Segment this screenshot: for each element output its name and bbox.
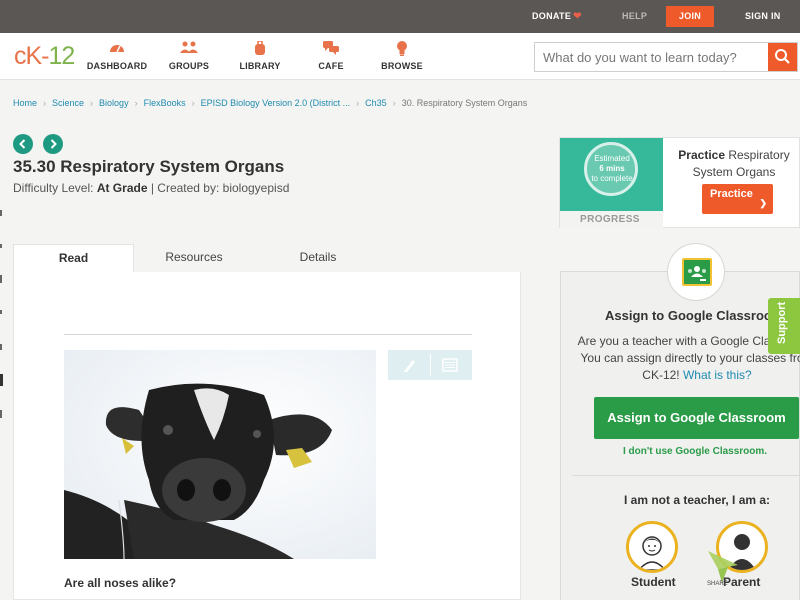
estimate-line-1: Estimated bbox=[594, 154, 630, 163]
tab-read[interactable]: Read bbox=[13, 244, 134, 273]
previous-lesson-button[interactable] bbox=[13, 134, 33, 154]
edge-fragment bbox=[0, 410, 2, 418]
search-input[interactable] bbox=[535, 43, 769, 71]
edge-fragment bbox=[0, 344, 2, 350]
practice-card: Estimated 6 mins to complete PROGRESS Pr… bbox=[559, 137, 800, 228]
donate-link[interactable]: DONATE ❤ bbox=[532, 0, 582, 33]
nav-library-label: LIBRARY bbox=[239, 61, 281, 71]
breadcrumb-separator-icon: › bbox=[356, 98, 360, 108]
practice-title-bold: Practice bbox=[678, 148, 725, 162]
google-classroom-description: Are you a teacher with a Google Classroo… bbox=[572, 333, 800, 384]
progress-label: PROGRESS bbox=[560, 211, 663, 228]
content-divider bbox=[64, 334, 472, 335]
toolbar-separator bbox=[430, 354, 431, 376]
dont-use-classroom-link[interactable]: I don't use Google Classroom. bbox=[623, 446, 767, 457]
nav-browse[interactable]: BROWSE bbox=[367, 41, 437, 71]
lightbulb-icon bbox=[367, 41, 437, 57]
breadcrumb-separator-icon: › bbox=[191, 98, 195, 108]
search-box bbox=[534, 42, 798, 72]
nav-groups-label: GROUPS bbox=[168, 61, 210, 71]
search-button[interactable] bbox=[768, 43, 797, 71]
notes-icon[interactable] bbox=[442, 358, 458, 372]
edge-fragment bbox=[0, 374, 3, 386]
estimate-line-3: to complete bbox=[591, 174, 633, 183]
nav-browse-label: BROWSE bbox=[381, 61, 423, 71]
google-classroom-icon bbox=[682, 258, 712, 286]
breadcrumb-separator-icon: › bbox=[90, 98, 94, 108]
edge-fragment bbox=[0, 210, 2, 216]
chevron-left-icon bbox=[19, 139, 26, 149]
next-lesson-button[interactable] bbox=[43, 134, 63, 154]
logo-12: 12 bbox=[48, 42, 76, 70]
breadcrumb-book[interactable]: EPISD Biology Version 2.0 (District ... bbox=[201, 98, 351, 108]
student-avatar-icon bbox=[638, 536, 666, 570]
nav-cafe-label: CAFE bbox=[318, 61, 344, 71]
student-role-button[interactable] bbox=[626, 521, 678, 573]
breadcrumb-separator-icon: › bbox=[134, 98, 138, 108]
support-label: Support bbox=[776, 301, 788, 344]
join-button[interactable]: JOIN bbox=[666, 6, 714, 27]
practice-title: Practice Respiratory System Organs bbox=[670, 147, 798, 181]
breadcrumb-biology[interactable]: Biology bbox=[99, 98, 129, 108]
chevron-right-icon bbox=[50, 139, 57, 149]
support-tab[interactable]: Support bbox=[768, 298, 800, 354]
lesson-question: Are all noses alike? bbox=[64, 576, 177, 590]
breadcrumb-separator-icon: › bbox=[392, 98, 396, 108]
edge-fragment bbox=[0, 310, 2, 314]
estimate-text: Estimated 6 mins to complete bbox=[584, 154, 640, 184]
breadcrumb-current: 30. Respiratory System Organs bbox=[401, 98, 528, 108]
estimate-line-2: 6 mins bbox=[599, 164, 625, 173]
practice-button-label: Practice bbox=[710, 188, 753, 200]
ck12-logo[interactable]: cK-12 bbox=[14, 42, 76, 71]
nav-library[interactable]: LIBRARY bbox=[225, 40, 295, 71]
created-by: | Created by: biologyepisd bbox=[147, 181, 290, 195]
top-utility-bar: DONATE ❤ HELP JOIN SIGN IN bbox=[0, 0, 800, 33]
backpack-icon bbox=[225, 40, 295, 57]
breadcrumb: Home › Science › Biology › FlexBooks › EPISD Bio… bbox=[13, 98, 527, 108]
logo-ck: cK- bbox=[14, 42, 49, 70]
page-title: 35.30 Respiratory System Organs bbox=[13, 157, 285, 176]
nav-dashboard[interactable]: DASHBOARD bbox=[82, 41, 152, 71]
share-label: SHARE bbox=[707, 581, 728, 587]
breadcrumb-chapter[interactable]: Ch35 bbox=[365, 98, 387, 108]
breadcrumb-flexbooks[interactable]: FlexBooks bbox=[144, 98, 186, 108]
cow-photo bbox=[64, 350, 376, 559]
tab-details[interactable]: Details bbox=[268, 244, 368, 273]
sign-in-link[interactable]: SIGN IN bbox=[745, 0, 781, 33]
search-icon bbox=[775, 49, 790, 64]
practice-button[interactable]: Practice ❯ bbox=[702, 184, 773, 214]
nav-dashboard-label: DASHBOARD bbox=[86, 61, 148, 71]
pencil-icon[interactable] bbox=[402, 357, 418, 373]
difficulty-level: At Grade bbox=[96, 181, 148, 195]
what-is-this-link[interactable]: What is this? bbox=[683, 368, 752, 382]
assign-google-classroom-button[interactable]: Assign to Google Classroom bbox=[594, 397, 799, 439]
tab-resources[interactable]: Resources bbox=[144, 244, 244, 273]
difficulty-line: Difficulty Level: At Grade | Created by:… bbox=[13, 181, 289, 195]
people-icon bbox=[154, 41, 224, 57]
help-link[interactable]: HELP bbox=[622, 0, 647, 33]
google-classroom-title: Assign to Google Classroom bbox=[605, 308, 784, 323]
student-label: Student bbox=[631, 575, 676, 589]
content-tabs: Read Resources Details bbox=[13, 244, 521, 273]
breadcrumb-separator-icon: › bbox=[43, 98, 47, 108]
lesson-content: Are all noses alike? bbox=[13, 272, 521, 600]
heart-icon: ❤ bbox=[573, 11, 582, 22]
practice-estimate-panel: Estimated 6 mins to complete bbox=[560, 138, 663, 211]
chevron-right-icon: ❯ bbox=[759, 198, 767, 208]
chat-bubbles-icon bbox=[296, 41, 366, 57]
difficulty-prefix: Difficulty Level: bbox=[13, 181, 97, 195]
edge-fragment bbox=[0, 244, 2, 248]
breadcrumb-science[interactable]: Science bbox=[52, 98, 84, 108]
not-teacher-label: I am not a teacher, I am a: bbox=[624, 493, 771, 507]
donate-label: DONATE bbox=[532, 11, 572, 21]
breadcrumb-home[interactable]: Home bbox=[13, 98, 37, 108]
edge-fragment bbox=[0, 275, 2, 283]
main-header: cK-12 DASHBOARD GROUPS LIBRARY CAFE BROW… bbox=[0, 33, 800, 80]
google-classroom-logo-circle bbox=[667, 243, 725, 301]
card-divider bbox=[572, 475, 800, 476]
nav-cafe[interactable]: CAFE bbox=[296, 41, 366, 71]
speedometer-icon bbox=[82, 41, 152, 57]
annotation-toolbar bbox=[388, 350, 472, 380]
nav-groups[interactable]: GROUPS bbox=[154, 41, 224, 71]
